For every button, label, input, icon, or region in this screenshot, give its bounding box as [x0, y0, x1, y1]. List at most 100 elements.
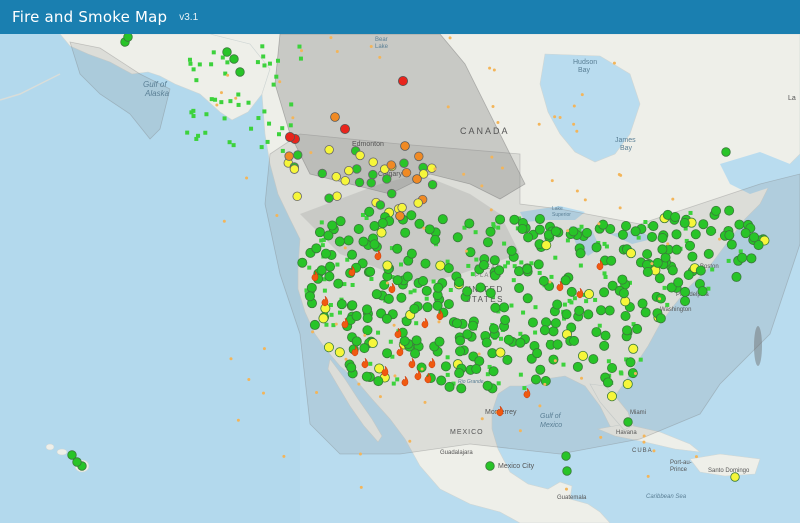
sensor-square-icon[interactable]	[288, 123, 293, 128]
monitor-circle-icon[interactable]	[422, 302, 433, 313]
monitor-circle-icon[interactable]	[284, 151, 294, 161]
sensor-square-icon[interactable]	[197, 62, 202, 67]
sensor-square-icon[interactable]	[553, 255, 558, 260]
monitor-circle-icon[interactable]	[376, 227, 387, 238]
monitor-circle-icon[interactable]	[515, 337, 526, 348]
sensor-dot-icon[interactable]	[385, 281, 389, 285]
monitor-circle-icon[interactable]	[402, 271, 413, 282]
monitor-circle-icon[interactable]	[509, 214, 520, 225]
sensor-dot-icon[interactable]	[658, 297, 662, 301]
sensor-square-icon[interactable]	[414, 321, 419, 326]
monitor-circle-icon[interactable]	[655, 313, 666, 324]
monitor-circle-icon[interactable]	[333, 278, 344, 289]
sensor-square-icon[interactable]	[204, 112, 209, 117]
monitor-circle-icon[interactable]	[359, 343, 370, 354]
monitor-circle-icon[interactable]	[318, 313, 329, 324]
monitor-circle-icon[interactable]	[535, 364, 546, 375]
sensor-square-icon[interactable]	[259, 145, 264, 150]
monitor-circle-icon[interactable]	[443, 263, 454, 274]
sensor-dot-icon[interactable]	[652, 449, 656, 453]
monitor-circle-icon[interactable]	[642, 266, 653, 277]
monitor-circle-icon[interactable]	[599, 287, 610, 298]
monitor-circle-icon[interactable]	[680, 286, 691, 297]
sensor-square-icon[interactable]	[228, 99, 233, 104]
sensor-square-icon[interactable]	[319, 220, 324, 225]
sensor-dot-icon[interactable]	[477, 352, 481, 356]
monitor-circle-icon[interactable]	[637, 298, 648, 309]
sensor-square-icon[interactable]	[509, 303, 514, 308]
sensor-square-icon[interactable]	[319, 238, 324, 243]
monitor-circle-icon[interactable]	[569, 335, 580, 346]
sensor-dot-icon[interactable]	[553, 359, 557, 363]
monitor-circle-icon[interactable]	[320, 248, 331, 259]
monitor-circle-icon[interactable]	[351, 336, 362, 347]
monitor-circle-icon[interactable]	[495, 214, 506, 225]
sensor-square-icon[interactable]	[236, 92, 241, 97]
sensor-square-icon[interactable]	[597, 323, 602, 328]
sensor-square-icon[interactable]	[533, 330, 538, 335]
monitor-circle-icon[interactable]	[471, 364, 482, 375]
monitor-circle-icon[interactable]	[437, 214, 448, 225]
sensor-dot-icon[interactable]	[597, 222, 601, 226]
sensor-dot-icon[interactable]	[219, 91, 223, 95]
sensor-square-icon[interactable]	[246, 100, 251, 105]
sensor-dot-icon[interactable]	[245, 176, 249, 180]
sensor-dot-icon[interactable]	[392, 323, 396, 327]
sensor-dot-icon[interactable]	[335, 50, 339, 54]
sensor-dot-icon[interactable]	[633, 371, 637, 375]
sensor-square-icon[interactable]	[448, 288, 453, 293]
monitor-circle-icon[interactable]	[400, 141, 410, 151]
sensor-square-icon[interactable]	[665, 302, 670, 307]
monitor-circle-icon[interactable]	[464, 218, 475, 229]
sensor-square-icon[interactable]	[518, 372, 523, 377]
sensor-square-icon[interactable]	[662, 285, 667, 290]
monitor-circle-icon[interactable]	[602, 377, 613, 388]
monitor-circle-icon[interactable]	[454, 368, 465, 379]
monitor-circle-icon[interactable]	[412, 174, 422, 184]
monitor-circle-icon[interactable]	[695, 265, 706, 276]
sensor-square-icon[interactable]	[203, 130, 208, 135]
sensor-square-icon[interactable]	[219, 100, 224, 105]
monitor-circle-icon[interactable]	[368, 157, 378, 167]
monitor-circle-icon[interactable]	[451, 318, 462, 329]
monitor-circle-icon[interactable]	[306, 282, 317, 293]
monitor-circle-icon[interactable]	[332, 191, 342, 201]
monitor-circle-icon[interactable]	[347, 300, 358, 311]
monitor-circle-icon[interactable]	[711, 205, 722, 216]
monitor-circle-icon[interactable]	[123, 34, 133, 42]
sensor-square-icon[interactable]	[280, 148, 285, 153]
monitor-circle-icon[interactable]	[532, 348, 543, 359]
sensor-square-icon[interactable]	[209, 97, 214, 102]
sensor-square-icon[interactable]	[187, 57, 192, 62]
sensor-dot-icon[interactable]	[448, 36, 452, 40]
sensor-dot-icon[interactable]	[580, 93, 584, 97]
sensor-square-icon[interactable]	[726, 258, 731, 263]
monitor-circle-icon[interactable]	[604, 305, 615, 316]
sensor-dot-icon[interactable]	[344, 357, 348, 361]
sensor-square-icon[interactable]	[227, 140, 232, 145]
sensor-square-icon[interactable]	[275, 58, 280, 63]
sensor-dot-icon[interactable]	[599, 435, 603, 439]
monitor-circle-icon[interactable]	[697, 286, 708, 297]
sensor-dot-icon[interactable]	[222, 219, 226, 223]
monitor-circle-icon[interactable]	[67, 450, 77, 460]
sensor-square-icon[interactable]	[643, 220, 648, 225]
sensor-dot-icon[interactable]	[408, 439, 412, 443]
monitor-circle-icon[interactable]	[746, 253, 757, 264]
monitor-circle-icon[interactable]	[440, 361, 451, 372]
sensor-square-icon[interactable]	[445, 355, 450, 360]
sensor-dot-icon[interactable]	[247, 377, 251, 381]
monitor-circle-icon[interactable]	[354, 177, 365, 188]
monitor-circle-icon[interactable]	[382, 174, 392, 184]
monitor-circle-icon[interactable]	[334, 236, 345, 247]
monitor-circle-icon[interactable]	[456, 383, 467, 394]
sensor-square-icon[interactable]	[211, 50, 216, 55]
monitor-circle-icon[interactable]	[324, 145, 334, 155]
monitor-circle-icon[interactable]	[343, 235, 354, 246]
sensor-square-icon[interactable]	[335, 262, 340, 267]
sensor-square-icon[interactable]	[267, 61, 272, 66]
monitor-circle-icon[interactable]	[703, 248, 714, 259]
monitor-circle-icon[interactable]	[698, 219, 709, 230]
sensor-square-icon[interactable]	[399, 262, 404, 267]
sensor-dot-icon[interactable]	[226, 73, 230, 77]
